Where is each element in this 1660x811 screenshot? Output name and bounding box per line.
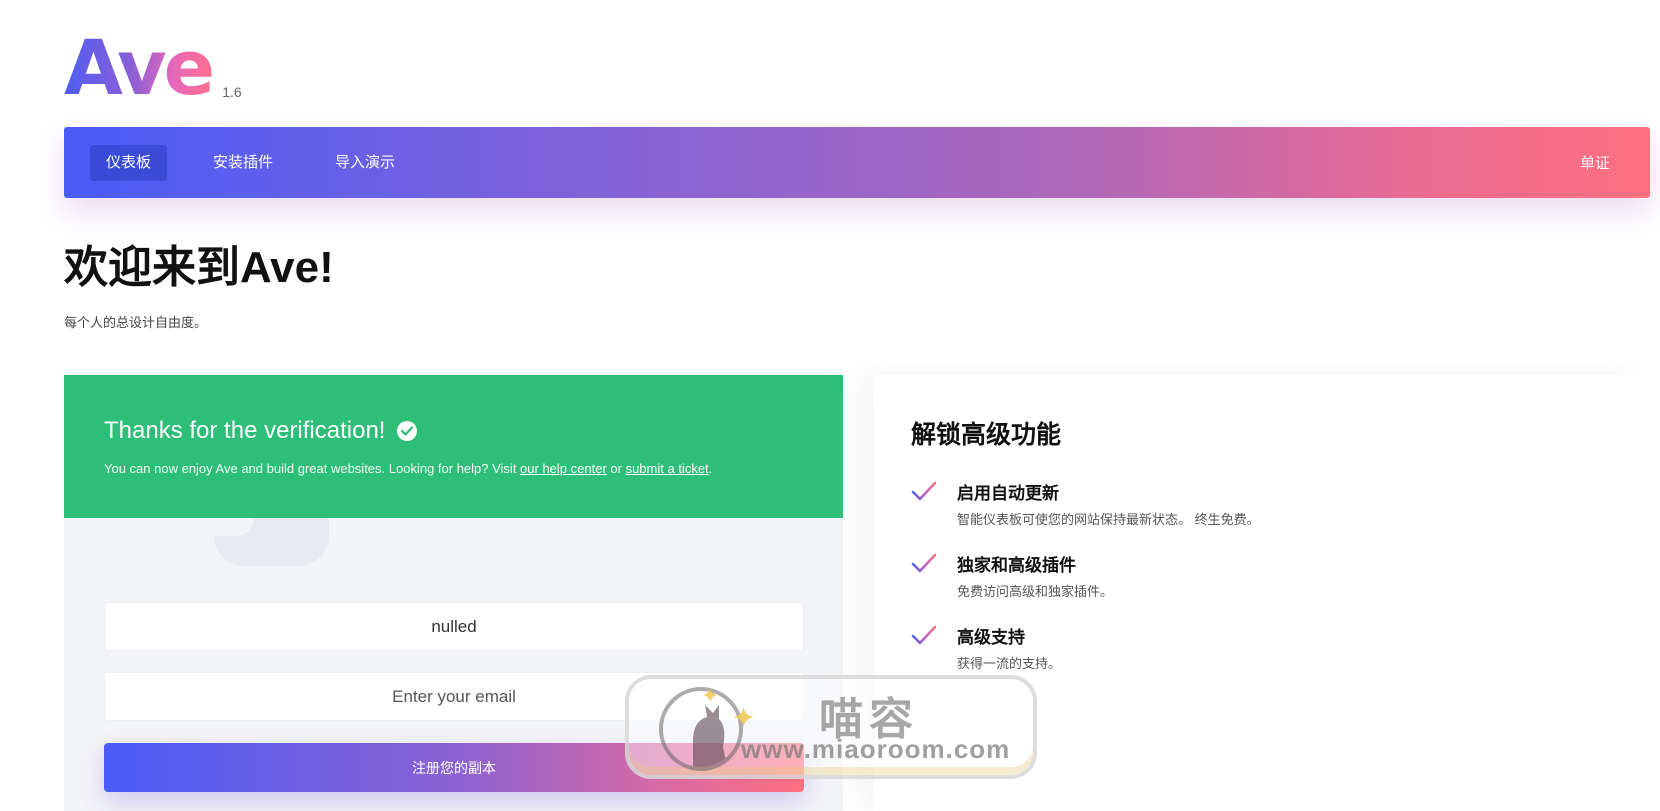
check-icon bbox=[911, 553, 937, 580]
verification-banner: Thanks for the verification! You can now… bbox=[64, 375, 843, 518]
feature-title: 启用自动更新 bbox=[957, 484, 1059, 503]
watermark: ✦ ✦ 喵容 www.miaoroom.com bbox=[625, 675, 1037, 779]
verification-title: Thanks for the verification! bbox=[104, 417, 803, 445]
verification-desc-suffix: . bbox=[708, 461, 713, 476]
logo-text: Ave bbox=[64, 23, 215, 112]
main-nav: 仪表板 安装插件 导入演示 单证 bbox=[64, 127, 1650, 198]
check-icon bbox=[911, 625, 937, 652]
feature-description: 智能仪表板可使您的网站保持最新状态。 终生免费。 bbox=[957, 512, 1260, 527]
nav-item-dashboard[interactable]: 仪表板 bbox=[90, 144, 168, 181]
nav-item-documentation[interactable]: 单证 bbox=[1564, 152, 1626, 173]
submit-ticket-link[interactable]: submit a ticket bbox=[626, 461, 709, 476]
page: Ave 1.6 仪表板 安装插件 导入演示 单证 欢迎来到Ave! 每个人的总设… bbox=[0, 0, 1660, 811]
version-label: 1.6 bbox=[222, 84, 242, 100]
page-title: 欢迎来到Ave! bbox=[64, 243, 334, 292]
feature-title: 高级支持 bbox=[957, 628, 1025, 647]
help-center-link[interactable]: our help center bbox=[520, 461, 607, 476]
check-circle-icon bbox=[397, 421, 418, 441]
check-icon bbox=[911, 481, 937, 508]
decorative-shape bbox=[214, 518, 329, 566]
verification-desc-or: or bbox=[606, 461, 626, 476]
verification-title-text: Thanks for the verification! bbox=[104, 417, 386, 444]
feature-title: 独家和高级插件 bbox=[957, 556, 1076, 575]
watermark-url: www.miaoroom.com bbox=[741, 734, 1011, 764]
logo[interactable]: Ave 1.6 bbox=[64, 30, 242, 106]
feature-description: 免费访问高级和独家插件。 bbox=[957, 584, 1114, 599]
verification-desc-prefix: You can now enjoy Ave and build great we… bbox=[104, 461, 521, 476]
premium-title: 解锁高级功能 bbox=[911, 421, 1062, 449]
star-icon: ✦ bbox=[731, 702, 757, 735]
star-icon: ✦ bbox=[701, 683, 720, 708]
feature-description: 获得一流的支持。 bbox=[957, 656, 1062, 671]
nav-item-import-demos[interactable]: 导入演示 bbox=[319, 145, 411, 181]
verification-description: You can now enjoy Ave and build great we… bbox=[104, 461, 803, 476]
page-subtitle: 每个人的总设计自由度。 bbox=[64, 315, 208, 330]
nav-item-install-plugins[interactable]: 安装插件 bbox=[197, 145, 289, 181]
license-field[interactable]: nulled bbox=[104, 602, 804, 651]
